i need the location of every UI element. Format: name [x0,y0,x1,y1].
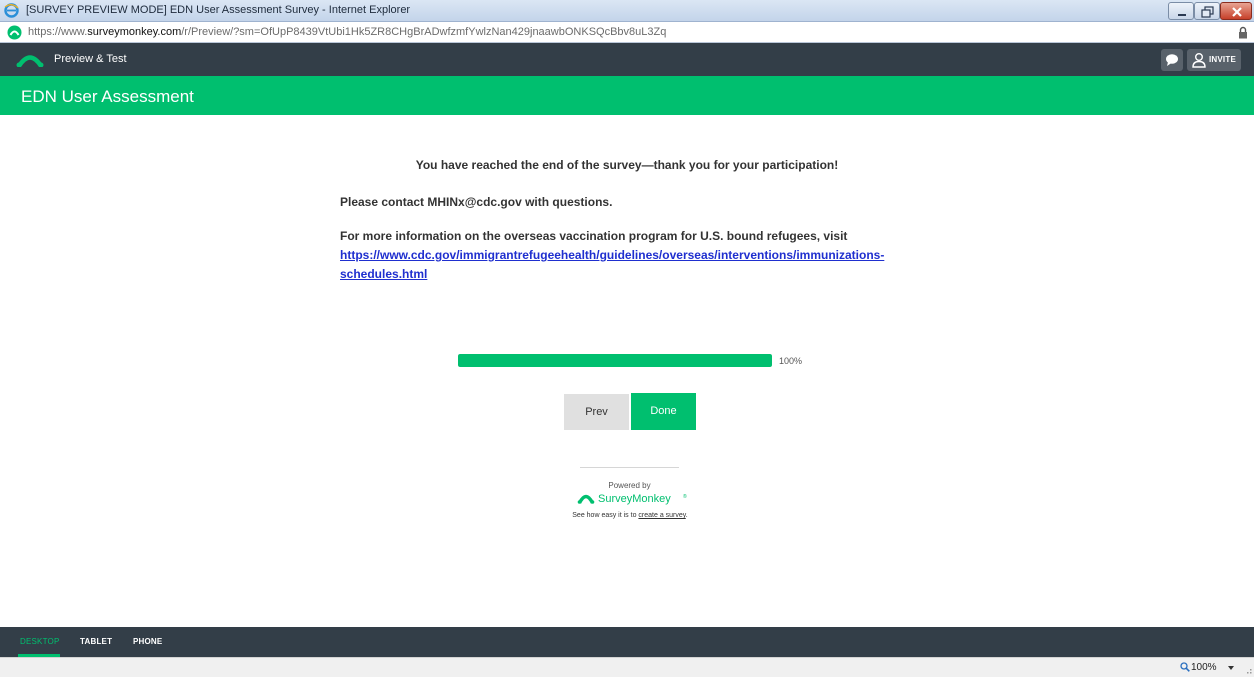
tab-tablet[interactable]: TABLET [80,637,112,646]
close-icon [1232,7,1242,17]
url-path: /r/Preview/?sm=OfUpP8439VtUbi1Hk5ZR8CHgB… [181,26,667,38]
tagline-suffix: . [685,512,688,519]
cdc-schedules-link[interactable]: https://www.cdc.gov/immigrantrefugeeheal… [340,248,884,262]
powered-by-label: Powered by [608,481,651,490]
create-survey-link[interactable]: create a survey [638,512,685,519]
lock-icon [1239,26,1247,39]
surveymonkey-icon[interactable] [16,53,44,67]
url-scheme: https://www. [28,26,88,38]
tagline-prefix: See how easy it is to [572,512,639,519]
invite-label: INVITE [1209,55,1236,64]
zoom-level[interactable]: 100% [1191,662,1217,673]
create-survey-tagline: See how easy it is to create a survey. [530,512,730,519]
progress-fill [458,354,772,367]
info-message: For more information on the overseas vac… [340,229,848,243]
surveymonkey-icon [7,25,22,40]
minimize-icon [1178,14,1186,16]
url-text[interactable]: https://www.surveymonkey.com/r/Preview/?… [28,26,666,38]
survey-title-bar: EDN User Assessment [0,76,1254,115]
resize-grip-icon[interactable] [1244,666,1252,674]
restore-icon [1201,6,1214,18]
window-title-bar: [SURVEY PREVIEW MODE] EDN User Assessmen… [0,0,1254,22]
done-button[interactable]: Done [631,393,696,430]
window-title: [SURVEY PREVIEW MODE] EDN User Assessmen… [26,4,411,16]
progress-label: 100% [779,356,803,366]
close-button[interactable] [1220,2,1252,20]
comment-button[interactable] [1161,49,1183,71]
minimize-button[interactable] [1168,2,1194,20]
comment-icon [1166,54,1178,66]
surveymonkey-icon[interactable] [577,493,595,504]
ie-logo-icon [4,3,19,18]
person-icon [1192,53,1206,68]
trademark-mark: ® [683,494,687,500]
survey-title: EDN User Assessment [21,87,194,106]
restore-button[interactable] [1194,2,1220,20]
tab-phone[interactable]: PHONE [133,637,162,646]
tab-desktop[interactable]: DESKTOP [20,637,60,646]
footer-divider [580,467,679,468]
cdc-schedules-link-continued[interactable]: schedules.html [340,267,427,281]
preview-test-label: Preview & Test [54,53,127,65]
prev-button[interactable]: Prev [564,394,629,430]
chevron-down-icon[interactable] [1228,666,1234,670]
contact-message: Please contact MHINx@cdc.gov with questi… [340,195,613,209]
url-host: surveymonkey.com [87,26,182,38]
status-bar: 100% [0,657,1254,677]
surveymonkey-brand[interactable]: SurveyMonkey [598,493,671,505]
zoom-icon[interactable] [1180,662,1190,672]
invite-button[interactable]: INVITE [1187,49,1241,71]
thank-you-message: You have reached the end of the survey—t… [415,158,839,172]
device-preview-bar: DESKTOP TABLET PHONE [0,627,1254,657]
app-header: Preview & Test INVITE [0,43,1254,76]
address-bar[interactable]: https://www.surveymonkey.com/r/Preview/?… [0,22,1254,43]
progress-bar [458,354,772,367]
